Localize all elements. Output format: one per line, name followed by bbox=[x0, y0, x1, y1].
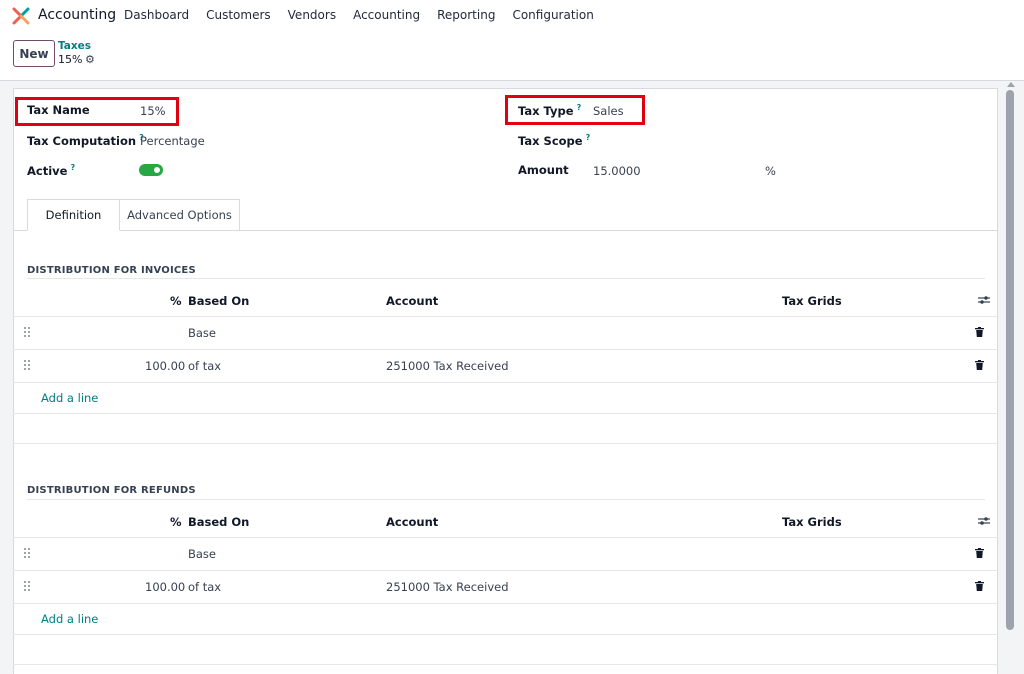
tab-advanced-options[interactable]: Advanced Options bbox=[120, 199, 240, 231]
menu-item-configuration[interactable]: Configuration bbox=[512, 8, 593, 22]
breadcrumb-taxes[interactable]: Taxes bbox=[58, 40, 91, 52]
tax-computation-field[interactable]: Percentage bbox=[140, 134, 205, 148]
divider bbox=[13, 349, 998, 350]
optional-columns-icon[interactable] bbox=[978, 295, 990, 305]
row-percent[interactable]: 100.00 bbox=[145, 359, 185, 373]
drag-handle-icon[interactable] bbox=[24, 360, 30, 370]
new-button[interactable]: New bbox=[13, 40, 55, 67]
breadcrumb-current: 15% bbox=[58, 53, 83, 66]
vertical-scrollbar[interactable] bbox=[1006, 90, 1014, 630]
help-icon[interactable]: ? bbox=[70, 163, 75, 172]
column-header-tax-grids[interactable]: Tax Grids bbox=[782, 515, 842, 529]
divider bbox=[27, 278, 985, 279]
trash-icon[interactable] bbox=[975, 360, 984, 370]
row-based-on[interactable]: Base bbox=[188, 326, 216, 340]
notebook-tabs: Definition Advanced Options bbox=[13, 199, 998, 231]
column-header-based-on[interactable]: Based On bbox=[188, 294, 249, 308]
trash-icon[interactable] bbox=[975, 581, 984, 591]
divider bbox=[13, 664, 998, 665]
menu-item-reporting[interactable]: Reporting bbox=[437, 8, 495, 22]
add-line-link[interactable]: Add a line bbox=[41, 391, 98, 405]
active-toggle[interactable] bbox=[139, 164, 163, 176]
divider bbox=[13, 316, 998, 317]
drag-handle-icon[interactable] bbox=[24, 327, 30, 337]
divider bbox=[13, 537, 998, 538]
column-header-percent[interactable]: % bbox=[170, 294, 182, 308]
accounting-app-icon[interactable] bbox=[12, 7, 30, 25]
scroll-up-arrow[interactable] bbox=[1007, 82, 1015, 87]
amount-unit: % bbox=[765, 164, 776, 178]
column-header-account[interactable]: Account bbox=[386, 294, 438, 308]
drag-handle-icon[interactable] bbox=[24, 548, 30, 558]
amount-field[interactable]: 15.0000 bbox=[593, 164, 641, 178]
divider bbox=[13, 603, 998, 604]
menu-item-dashboard[interactable]: Dashboard bbox=[124, 8, 189, 22]
main-menu: Dashboard Customers Vendors Accounting R… bbox=[124, 8, 611, 22]
divider bbox=[13, 443, 998, 444]
divider bbox=[13, 570, 998, 571]
divider bbox=[13, 413, 998, 414]
column-header-based-on[interactable]: Based On bbox=[188, 515, 249, 529]
tax-computation-label: Tax Computation? bbox=[27, 133, 144, 148]
column-header-percent[interactable]: % bbox=[170, 515, 182, 529]
menu-item-customers[interactable]: Customers bbox=[206, 8, 271, 22]
tab-definition[interactable]: Definition bbox=[27, 199, 120, 231]
app-name[interactable]: Accounting bbox=[38, 7, 116, 23]
column-header-account[interactable]: Account bbox=[386, 515, 438, 529]
row-based-on[interactable]: of tax bbox=[188, 359, 221, 373]
amount-label: Amount bbox=[518, 163, 569, 177]
top-navbar: Accounting Dashboard Customers Vendors A… bbox=[0, 0, 1024, 30]
column-header-tax-grids[interactable]: Tax Grids bbox=[782, 294, 842, 308]
tax-scope-label: Tax Scope? bbox=[518, 133, 591, 148]
refunds-section-title: DISTRIBUTION FOR REFUNDS bbox=[27, 485, 196, 496]
row-account[interactable]: 251000 Tax Received bbox=[386, 359, 509, 373]
optional-columns-icon[interactable] bbox=[978, 516, 990, 526]
invoices-section-title: DISTRIBUTION FOR INVOICES bbox=[27, 265, 196, 276]
divider bbox=[27, 499, 985, 500]
gear-icon[interactable]: ⚙ bbox=[85, 53, 95, 66]
row-percent[interactable]: 100.00 bbox=[145, 580, 185, 594]
trash-icon[interactable] bbox=[975, 548, 984, 558]
tax-name-highlight bbox=[15, 97, 179, 126]
row-based-on[interactable]: Base bbox=[188, 547, 216, 561]
divider bbox=[13, 382, 998, 383]
menu-item-vendors[interactable]: Vendors bbox=[288, 8, 336, 22]
drag-handle-icon[interactable] bbox=[24, 581, 30, 591]
trash-icon[interactable] bbox=[975, 327, 984, 337]
help-icon[interactable]: ? bbox=[586, 133, 591, 142]
row-based-on[interactable]: of tax bbox=[188, 580, 221, 594]
tax-type-highlight bbox=[505, 95, 645, 125]
divider bbox=[13, 634, 998, 635]
row-account[interactable]: 251000 Tax Received bbox=[386, 580, 509, 594]
active-label: Active? bbox=[27, 163, 76, 178]
menu-item-accounting[interactable]: Accounting bbox=[353, 8, 420, 22]
control-panel: New Taxes 15% ⚙ bbox=[0, 30, 1024, 81]
add-line-link[interactable]: Add a line bbox=[41, 612, 98, 626]
